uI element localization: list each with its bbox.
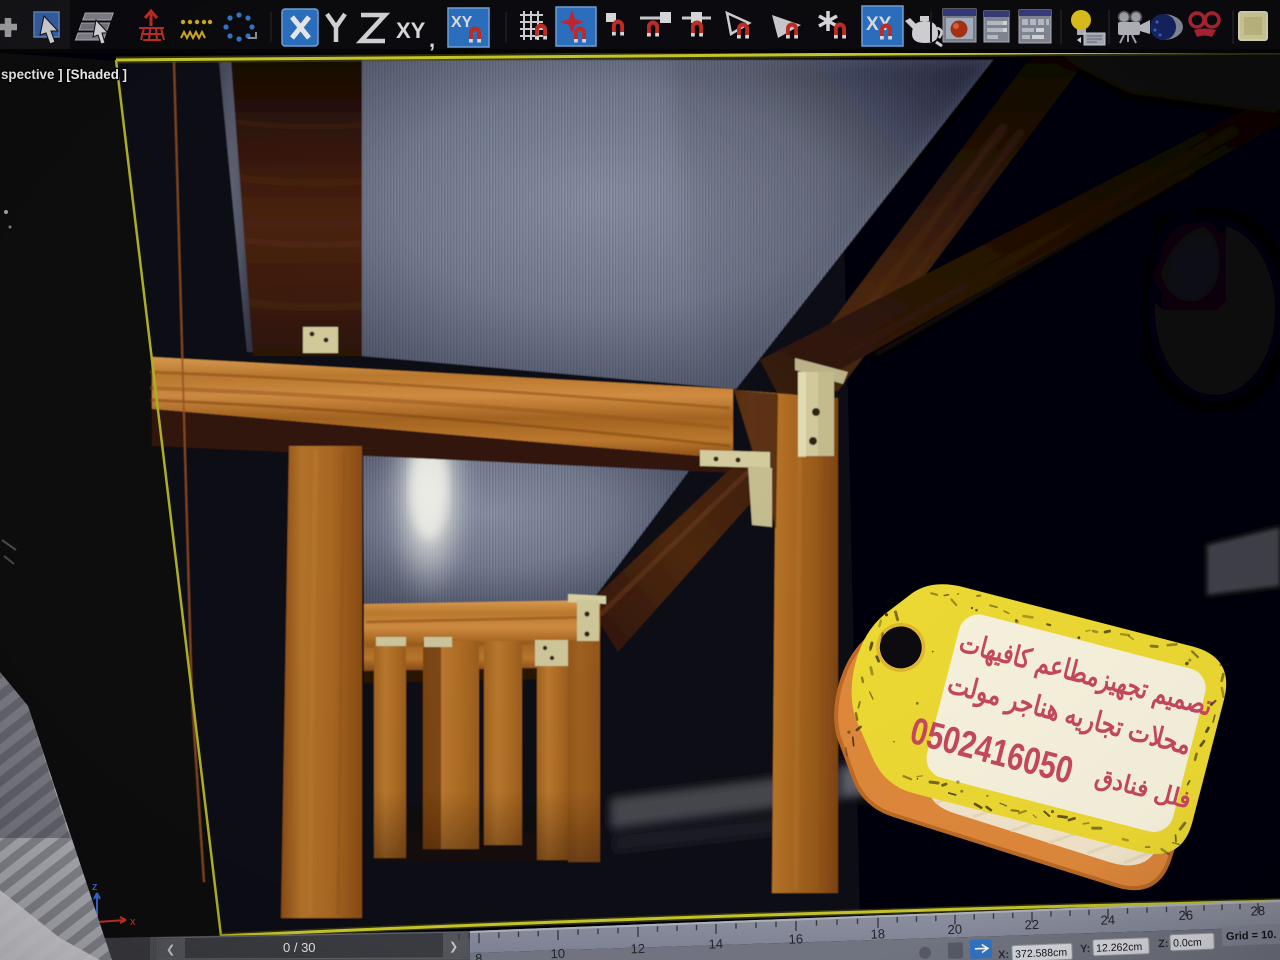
svg-text:26: 26 <box>1178 907 1193 923</box>
svg-text:Y:: Y: <box>1080 943 1091 955</box>
svg-text:22: 22 <box>1024 917 1039 933</box>
svg-text:Z:: Z: <box>1158 938 1169 950</box>
svg-text:❮: ❮ <box>166 944 175 956</box>
svg-text:X:: X: <box>998 949 1009 960</box>
svg-text:XY: XY <box>451 14 473 31</box>
svg-text:❯: ❯ <box>449 941 458 953</box>
svg-text:,: , <box>429 27 435 52</box>
svg-text:12.262cm: 12.262cm <box>1096 941 1143 955</box>
svg-text:z: z <box>92 881 98 893</box>
svg-text:16: 16 <box>788 931 803 947</box>
svg-text:18: 18 <box>870 926 885 942</box>
svg-text:0 / 30: 0 / 30 <box>283 940 316 955</box>
svg-text:spective ] [Shaded ]: spective ] [Shaded ] <box>1 66 127 82</box>
svg-text:Grid = 10.: Grid = 10. <box>1226 929 1277 943</box>
svg-text:10: 10 <box>550 946 565 960</box>
svg-text:0.0cm: 0.0cm <box>1173 937 1202 950</box>
svg-text:24: 24 <box>1100 912 1115 928</box>
svg-text:XY: XY <box>396 18 426 43</box>
svg-text:x: x <box>130 916 136 928</box>
svg-text:20: 20 <box>947 922 962 938</box>
svg-text:8: 8 <box>475 951 483 960</box>
svg-text:28: 28 <box>1250 903 1265 919</box>
svg-text:12: 12 <box>630 941 645 957</box>
svg-text:372.588cm: 372.588cm <box>1015 947 1068 960</box>
svg-text:14: 14 <box>708 936 723 952</box>
